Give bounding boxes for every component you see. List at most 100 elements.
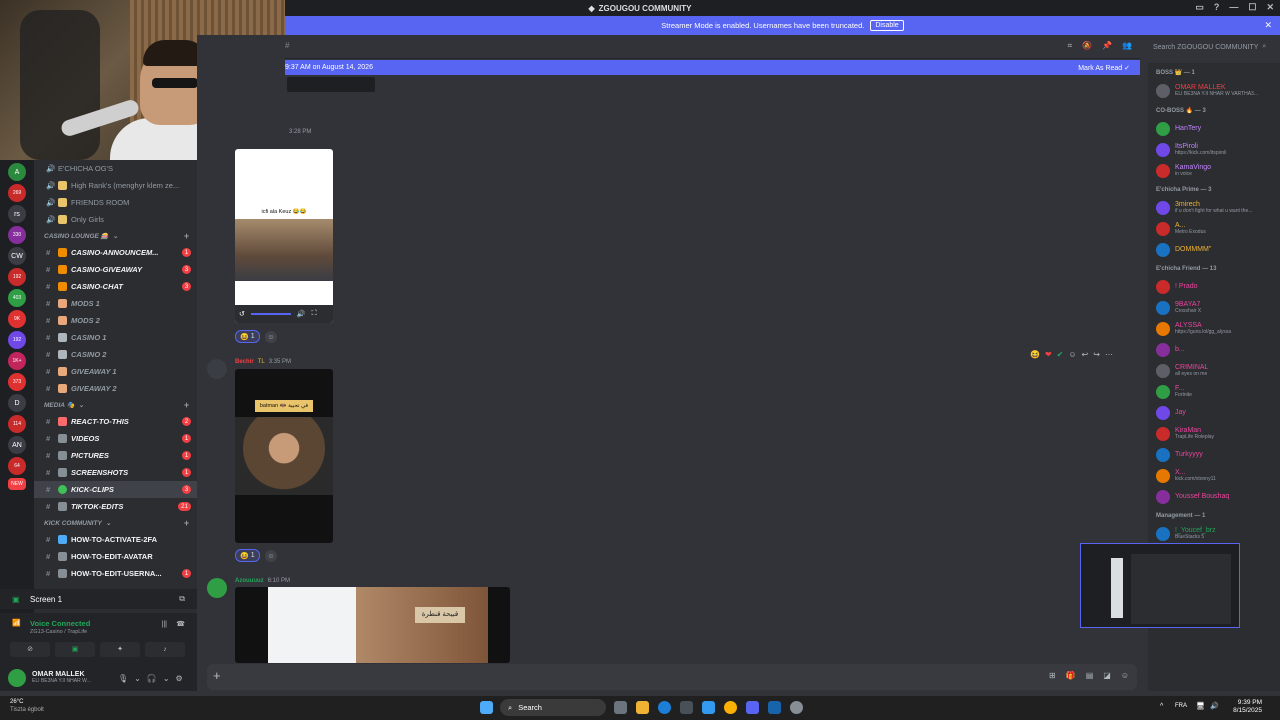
member-row[interactable]: DOMMMM" — [1148, 239, 1280, 260]
avatar[interactable] — [1156, 200, 1170, 215]
member-row[interactable]: KiraMan TrapLife Roleplay — [1148, 423, 1280, 444]
video-progress-bar[interactable] — [250, 313, 291, 315]
server-icon[interactable]: 403 — [8, 289, 26, 307]
forward-icon[interactable]: ↪ — [1093, 350, 1100, 359]
task-view-icon[interactable] — [614, 701, 627, 714]
server-icon[interactable]: CW — [8, 247, 26, 265]
avatar[interactable] — [207, 359, 227, 379]
category-kick[interactable]: KICK COMMUNITY ⌄ + — [34, 515, 197, 531]
system-clock[interactable]: 9:39 PM 8/15/2025 — [1233, 699, 1262, 716]
server-icon[interactable]: 269 — [8, 184, 26, 202]
app-icon[interactable] — [702, 701, 715, 714]
voice-channel[interactable]: 🔊 High Rank's (menghyr klem ze... — [34, 177, 197, 194]
new-server-badge[interactable]: NEW — [8, 478, 26, 490]
message-composer[interactable]: + ⊞ 🎁 ▤ ◪ ☺ — [207, 664, 1137, 690]
member-row[interactable]: ALYSSA https://guns.lol/gg_alyssa — [1148, 318, 1280, 339]
message-author[interactable]: Bechir — [235, 359, 254, 365]
avatar[interactable] — [1156, 342, 1170, 357]
avatar[interactable] — [207, 578, 227, 598]
member-row[interactable]: OMAR MALLEK ELI BE3NA Y.II NHAR W VARTHA3… — [1148, 80, 1280, 101]
start-windows-icon[interactable] — [480, 701, 493, 714]
member-row[interactable]: X... kick.com/xtonny11 — [1148, 465, 1280, 486]
member-row[interactable]: F... Fortnite — [1148, 381, 1280, 402]
maximize-button[interactable]: ☐ — [1248, 2, 1256, 13]
text-channel[interactable]: # MODS 1 — [34, 295, 197, 312]
avatar[interactable] — [1156, 384, 1170, 399]
search-bar[interactable]: Search ZGOUGOU COMMUNITY ⌕ — [1143, 35, 1280, 59]
text-channel[interactable]: # SCREENSHOTS 1 — [34, 464, 197, 481]
member-row[interactable]: A... Metro Exodus — [1148, 218, 1280, 239]
avatar[interactable] — [1156, 83, 1170, 98]
network-icon[interactable]: 🖥 — [1196, 702, 1205, 710]
chevron-down-icon[interactable]: ⌄ — [163, 674, 170, 683]
avatar[interactable] — [1156, 363, 1170, 378]
category-casino[interactable]: CASINO LOUNGE 🎰 ⌄ + — [34, 228, 197, 244]
add-channel-icon[interactable]: + — [184, 231, 189, 241]
activities-button[interactable]: ✦ — [100, 642, 140, 657]
server-icon[interactable]: 192 — [8, 331, 26, 349]
heart-icon[interactable]: ❤ — [1045, 350, 1052, 359]
server-icon[interactable]: AN — [8, 436, 26, 454]
member-row[interactable]: KamaVingo in voice — [1148, 160, 1280, 181]
server-icon[interactable]: 9K — [8, 310, 26, 328]
close-button[interactable]: ✕ — [1266, 2, 1274, 13]
voice-channel[interactable]: 🔊 E'CHICHA OG'S — [34, 160, 197, 177]
text-channel[interactable]: # TIKTOK-EDITS 21 — [34, 498, 197, 515]
disconnect-icon[interactable]: ☎ — [176, 620, 185, 628]
text-channel[interactable]: # GIVEAWAY 1 — [34, 363, 197, 380]
replay-icon[interactable]: ↺ — [239, 310, 245, 318]
add-channel-icon[interactable]: + — [184, 518, 189, 528]
screen-share-preview[interactable] — [1080, 543, 1240, 628]
voice-channel[interactable]: 🔊 Only Girls — [34, 211, 197, 228]
embedded-video-thumbnail[interactable] — [287, 77, 375, 92]
discord-taskbar-icon[interactable] — [746, 701, 759, 714]
noise-suppression-icon[interactable]: ||| — [162, 621, 167, 628]
text-channel[interactable]: # GIVEAWAY 2 — [34, 380, 197, 397]
file-explorer-icon[interactable] — [636, 701, 649, 714]
server-icon[interactable]: rs — [8, 205, 26, 223]
volume-icon[interactable]: 🔊 — [297, 310, 306, 318]
member-row[interactable]: Youssef Boushaq — [1148, 486, 1280, 507]
steam-icon[interactable] — [768, 701, 781, 714]
avatar[interactable] — [1156, 121, 1170, 136]
soundboard-button[interactable]: ♪ — [145, 642, 185, 657]
gif-icon[interactable]: ▤ — [1086, 671, 1094, 680]
fullscreen-icon[interactable]: ⛶ — [312, 310, 317, 318]
minimize-button[interactable]: — — [1229, 2, 1238, 13]
screen-share-button[interactable]: ▣ — [55, 642, 95, 657]
avatar[interactable] — [1156, 321, 1170, 336]
avatar[interactable] — [1156, 426, 1170, 441]
text-channel[interactable]: # REACT-TO-THIS 2 — [34, 413, 197, 430]
reply-icon[interactable]: ↩ — [1082, 350, 1089, 359]
mark-as-read-button[interactable]: Mark As Read ✓ — [1078, 64, 1130, 72]
server-icon[interactable]: 64 — [8, 457, 26, 475]
help-icon[interactable]: ? — [1214, 2, 1220, 13]
chevron-down-icon[interactable]: ⌄ — [134, 674, 141, 683]
edge-icon[interactable] — [658, 701, 671, 714]
headphones-icon[interactable]: 🎧 — [147, 674, 157, 683]
member-row[interactable]: ItsPiroli https://kick.com/itspiroli — [1148, 139, 1280, 160]
member-row[interactable]: 3mirech if u don't fight for what u want … — [1148, 197, 1280, 218]
server-icon[interactable]: 1K+ — [8, 352, 26, 370]
message-author[interactable]: Azouuuuz — [235, 578, 264, 584]
camera-off-button[interactable]: ⊘ — [10, 642, 50, 657]
text-channel[interactable]: # PICTURES 1 — [34, 447, 197, 464]
pin-icon[interactable]: 📌 — [1102, 41, 1112, 51]
avatar[interactable] — [8, 669, 26, 687]
member-row[interactable]: b... — [1148, 339, 1280, 360]
add-channel-icon[interactable]: + — [184, 400, 189, 410]
volume-icon[interactable]: 🔊 — [1210, 702, 1219, 710]
category-media[interactable]: MEDIA 🎭 ⌄ + — [34, 397, 197, 413]
member-row[interactable]: HanTery — [1148, 118, 1280, 139]
add-reaction-icon[interactable]: ☺ — [265, 550, 277, 562]
popout-icon[interactable]: ⧉ — [179, 594, 185, 604]
avatar[interactable] — [1156, 489, 1170, 504]
avatar[interactable] — [1156, 142, 1170, 157]
member-row[interactable]: !_Youcef_brz BlueStacks 5 — [1148, 523, 1280, 544]
add-reaction-icon[interactable]: ☺ — [1068, 350, 1076, 359]
banner-close-icon[interactable]: ✕ — [1264, 20, 1272, 31]
avatar[interactable] — [1156, 279, 1170, 294]
weather-widget[interactable]: 26°C Tiszta égbolt — [10, 699, 44, 715]
search-input[interactable]: Search ZGOUGOU COMMUNITY — [1153, 44, 1258, 51]
avatar[interactable] — [1156, 221, 1170, 236]
